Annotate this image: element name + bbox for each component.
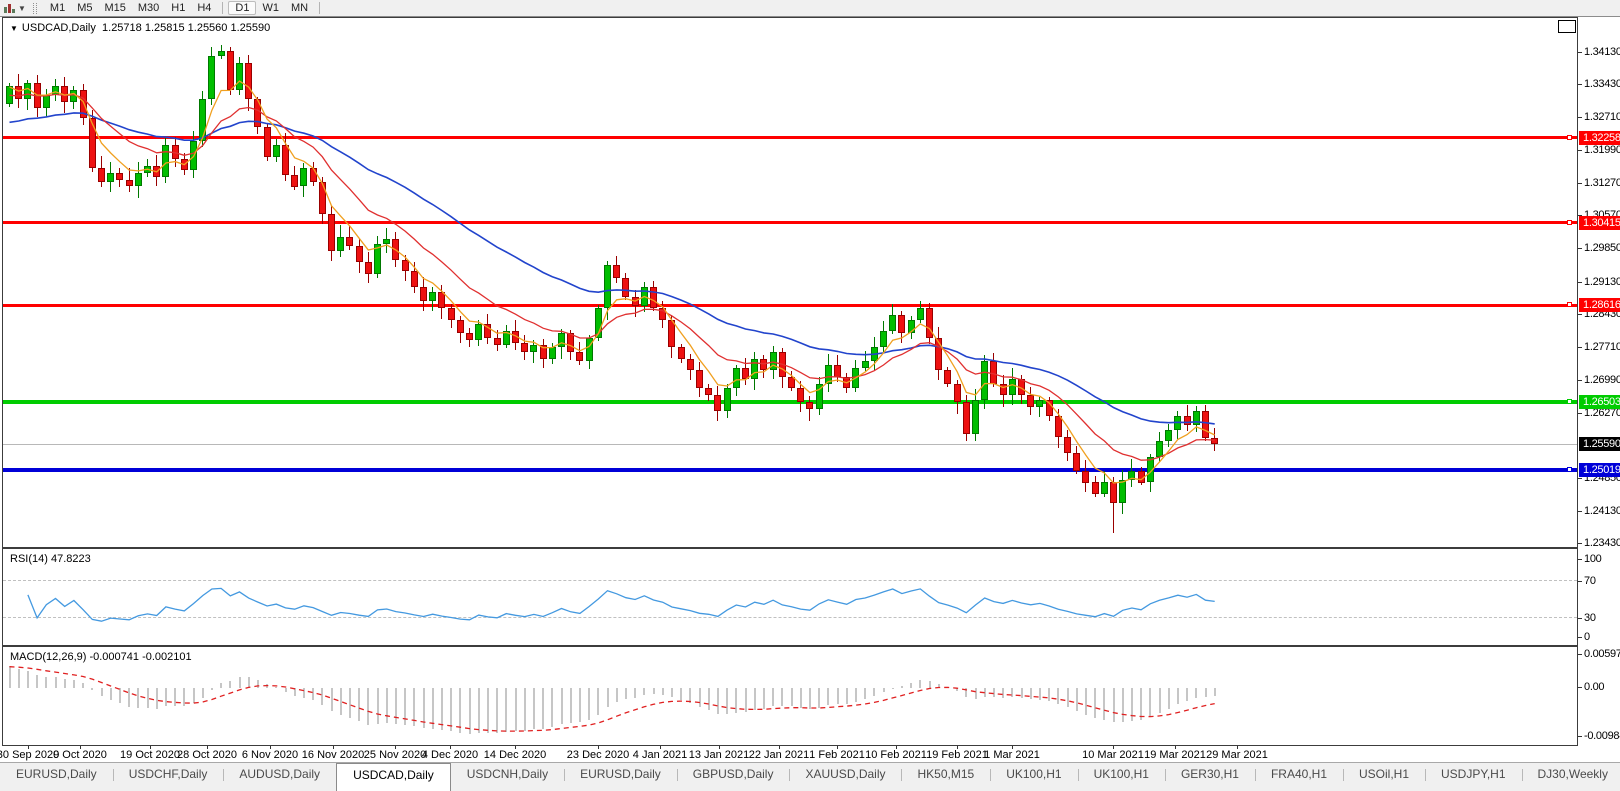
timeframe-d1-button[interactable]: D1 (228, 1, 257, 15)
date-label: 19 Feb 2021 (926, 749, 988, 761)
chart-tab-usoil-h1[interactable]: USOil,H1 (1343, 763, 1425, 791)
timeframe-h1-button[interactable]: H1 (165, 1, 191, 15)
chart-title: ▼ USDCAD,Daily 1.25718 1.25815 1.25560 1.… (10, 22, 270, 34)
price-axis-label: 1.34130 (1578, 46, 1620, 58)
macd-axis-label: -0.009849 (1578, 730, 1620, 742)
date-label: 19 Oct 2020 (120, 749, 180, 761)
date-label: 22 Jan 2021 (748, 749, 810, 761)
chart-tab-xauusd-daily[interactable]: XAUUSD,Daily (789, 763, 901, 791)
chart-tab-eurusd-daily[interactable]: EURUSD,Daily (564, 763, 677, 791)
collapse-icon[interactable]: ▼ (10, 24, 18, 33)
chart-tab-fra40-h1[interactable]: FRA40,H1 (1254, 763, 1343, 791)
chart-tab-usdcad-daily[interactable]: USDCAD,Daily (336, 763, 451, 791)
chevron-down-icon[interactable]: ▼ (18, 4, 26, 13)
timeframe-buttons: M1 M5 M15 M30 H1 H4 D1 W1 MN (44, 1, 325, 15)
price-panel[interactable]: ▼ USDCAD,Daily 1.25718 1.25815 1.25560 1.… (2, 17, 1578, 548)
chart-tab-usdchf-daily[interactable]: USDCHF,Daily (112, 763, 224, 791)
macd-label: MACD(12,26,9) -0.000741 -0.002101 (10, 651, 192, 663)
macd-axis-label: 0.00 (1578, 681, 1620, 693)
price-axis-label: 1.31270 (1578, 177, 1620, 189)
timeframe-m1-button[interactable]: M1 (44, 1, 71, 15)
price-axis-label: 1.33430 (1578, 78, 1620, 90)
chart-tab-gbpusd-daily[interactable]: GBPUSD,Daily (676, 763, 790, 791)
date-label: 10 Mar 2021 (1082, 749, 1144, 761)
chart-ohlc-values: 1.25718 1.25815 1.25560 1.25590 (102, 22, 271, 34)
date-label: 14 Dec 2020 (483, 749, 547, 761)
toolbar-separator (319, 2, 321, 14)
chart-tab-hk50-m15[interactable]: HK50,M15 (901, 763, 990, 791)
level-price-badge: 1.25019 (1579, 463, 1620, 478)
date-label: 4 Dec 2020 (421, 749, 479, 761)
chart-tab-eurusd-daily[interactable]: EURUSD,Daily (0, 763, 113, 791)
date-label: 10 Feb 2021 (865, 749, 927, 761)
chart-tab-uk100-h1[interactable]: UK100,H1 (990, 763, 1077, 791)
toolbar-grip-handle[interactable] (32, 2, 37, 14)
current-price-badge: 1.25590 (1579, 436, 1620, 451)
level-price-badge: 1.28616 (1579, 298, 1620, 312)
level-price-badge: 1.26503 (1579, 395, 1620, 409)
date-label: 25 Nov 2020 (363, 749, 427, 761)
price-axis-label: 1.31990 (1578, 144, 1620, 156)
date-label: 30 Sep 2020 (0, 749, 60, 761)
chart-tab-usdcnh-daily[interactable]: USDCNH,Daily (451, 763, 564, 791)
date-label: 28 Oct 2020 (177, 749, 237, 761)
price-axis-label: 1.29130 (1578, 276, 1620, 288)
chart-symbol-period: USDCAD,Daily (21, 22, 96, 34)
chart-tab-ger30-h1[interactable]: GER30,H1 (1164, 763, 1255, 791)
timeframe-h4-button[interactable]: H4 (191, 1, 217, 15)
date-label: 1 Feb 2021 (809, 749, 865, 761)
macd-panel[interactable]: MACD(12,26,9) -0.000741 -0.002101 (2, 646, 1578, 746)
timeframe-w1-button[interactable]: W1 (256, 1, 285, 15)
price-axis-label: 1.27710 (1578, 341, 1620, 353)
level-price-badge: 1.32258 (1579, 130, 1620, 145)
price-axis[interactable]: 1.341301.334301.327101.319901.312701.305… (1578, 17, 1620, 746)
date-label: 16 Nov 2020 (301, 749, 365, 761)
rsi-axis-label: 100 (1578, 553, 1620, 565)
macd-axis-label: 0.005978 (1578, 648, 1620, 660)
toolbar-separator (222, 2, 224, 14)
date-label: 29 Mar 2021 (1206, 749, 1268, 761)
chart-tab-uk100-h1[interactable]: UK100,H1 (1077, 763, 1165, 791)
timeframe-toolbar: ▼ M1 M5 M15 M30 H1 H4 D1 W1 MN (0, 0, 1620, 17)
timeframe-m30-button[interactable]: M30 (132, 1, 165, 15)
price-axis-label: 1.26990 (1578, 374, 1620, 386)
timeframe-mn-button[interactable]: MN (285, 1, 314, 15)
date-label: 4 Jan 2021 (632, 749, 688, 761)
date-axis[interactable]: 30 Sep 2020 9 Oct 2020 19 Oct 2020 28 Oct 2… (0, 746, 1578, 762)
rsi-line (27, 587, 1215, 622)
chart-shift-box[interactable] (1558, 20, 1576, 33)
price-axis-label: 1.29850 (1578, 242, 1620, 254)
rsi-label: RSI(14) 47.8223 (10, 553, 91, 565)
price-axis-label: 1.32710 (1578, 111, 1620, 123)
date-label: 13 Jan 2021 (688, 749, 750, 761)
rsi-axis-label: 0 (1578, 631, 1620, 643)
mt4-window: ▼ M1 M5 M15 M30 H1 H4 D1 W1 MN ▼ USDCAD,Daily 1.2… (0, 0, 1620, 791)
timeframe-m15-button[interactable]: M15 (98, 1, 131, 15)
date-label: 19 Mar 2021 (1144, 749, 1206, 761)
chart-tab-audusd-daily[interactable]: AUDUSD,Daily (223, 763, 336, 791)
chart-tab-dj30-weekly[interactable]: DJ30,Weekly (1521, 763, 1620, 791)
rsi-axis-label: 70 (1578, 575, 1620, 587)
date-label: 9 Oct 2020 (53, 749, 107, 761)
chart-bars-icon[interactable] (4, 3, 15, 13)
date-label: 23 Dec 2020 (566, 749, 630, 761)
date-label: 1 Mar 2021 (984, 749, 1040, 761)
rsi-panel[interactable]: RSI(14) 47.8223 (2, 548, 1578, 646)
price-axis-label: 1.24130 (1578, 505, 1620, 517)
rsi-axis-label: 30 (1578, 612, 1620, 624)
chart-tab-usdjpy-h1[interactable]: USDJPY,H1 (1425, 763, 1521, 791)
macd-signal-line (9, 666, 1215, 732)
price-axis-label: 1.23430 (1578, 537, 1620, 549)
chart-tabs: EURUSD,Daily USDCHF,Daily AUDUSD,Daily USDC… (0, 762, 1620, 791)
timeframe-m5-button[interactable]: M5 (71, 1, 98, 15)
level-price-badge: 1.30415 (1579, 215, 1620, 230)
date-label: 6 Nov 2020 (241, 749, 299, 761)
moving-average-lines (9, 80, 1215, 484)
